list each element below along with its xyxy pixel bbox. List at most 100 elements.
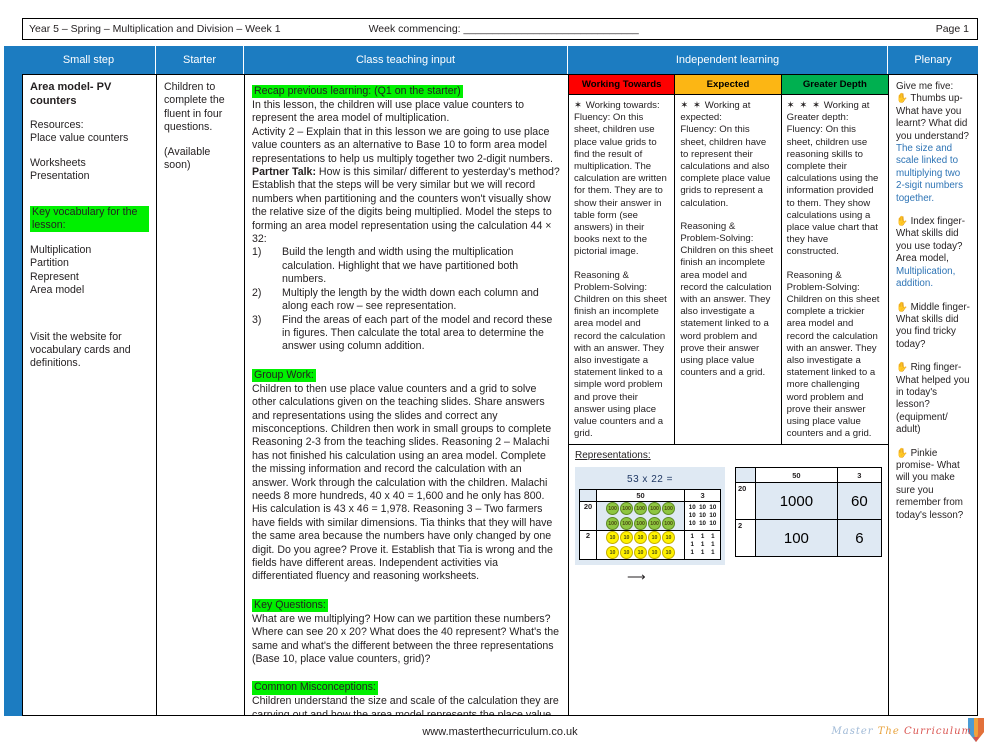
representations-row: 53 x 22 = 50 3 20 100 100 100 100 100 10…	[575, 467, 883, 585]
step-number: 1)	[252, 246, 262, 259]
reasoning-text: Reasoning & Problem-Solving: Children on…	[786, 269, 880, 440]
recap-body: In this lesson, the children will use pl…	[252, 99, 525, 125]
area-model-grid: 50 3 20 1000 60 2 100 6	[735, 467, 883, 558]
header-plenary: Plenary	[888, 46, 978, 74]
plenary-item: ✋ Middle finger- What skills did you fin…	[896, 302, 970, 352]
step-item: 3) Find the areas of each part of the mod…	[252, 314, 561, 354]
step-item: 1) Build the length and width using the m…	[252, 246, 561, 286]
counter-10: 10	[648, 531, 662, 545]
pv-cell-ones-digits: 1 1 1 1 1 1 1 1 1	[684, 530, 721, 561]
vocab-area-model: Area model	[30, 284, 85, 297]
star-rating: ✶ ✶	[680, 100, 703, 111]
column-headers: Small step Starter Class teaching input …	[22, 46, 978, 74]
am-corner-cell	[735, 467, 756, 484]
plenary-answer: The size and scale linked to multiplying…	[896, 143, 963, 204]
counter-100: 100	[620, 502, 634, 516]
resource-presentation: Presentation	[30, 170, 90, 183]
pv-corner-cell	[579, 489, 597, 503]
counter-100: 100	[648, 502, 662, 516]
column-small-step: Area model- PV counters Resources: Place…	[23, 75, 157, 715]
page-number: Page 1	[935, 23, 969, 35]
vocab-partition: Partition	[30, 257, 69, 270]
hand-icon: ✋	[896, 93, 908, 105]
differentiation-working-towards: Working Towards ✶ Working towards: Fluen…	[569, 75, 676, 445]
counter-10: 10	[634, 546, 648, 560]
group-work-body: Children to then use place value counter…	[252, 382, 553, 583]
header-small-step: Small step	[22, 46, 156, 74]
common-misconceptions-heading: Common Misconceptions:	[252, 681, 378, 695]
step-number: 2)	[252, 286, 262, 299]
pv-row-header-2: 2	[579, 530, 597, 561]
step-text: Multiply the length by the width down ea…	[282, 286, 539, 313]
am-value-6: 6	[836, 519, 883, 558]
counter-10: 10	[634, 531, 648, 545]
key-questions-body: What are we multiplying? How can we part…	[252, 612, 560, 666]
am-value-1000: 1000	[755, 482, 838, 521]
column-plenary: Give me five: ✋ Thumbs up- What have you…	[889, 75, 977, 715]
vocab-multiplication: Multiplication	[30, 244, 92, 257]
star-rating: ✶	[574, 100, 584, 111]
fluency-text: Fluency: On this sheet, children use pla…	[574, 112, 667, 258]
pv-row-header-20: 20	[579, 501, 597, 532]
representations-label: Representations:	[575, 450, 651, 462]
step-text: Find the areas of each part of the model…	[282, 313, 553, 353]
counter-10: 10	[662, 531, 676, 545]
step-number: 3)	[252, 313, 262, 326]
am-col-header-3: 3	[836, 467, 883, 484]
pv-col-header-50: 50	[595, 489, 686, 503]
digit-line: 10 10 10	[688, 512, 717, 520]
arrow-icon: ⟶	[627, 569, 646, 585]
greater-depth-body: ✶ ✶ ✶ Working at Greater depth: Fluency:…	[782, 95, 888, 444]
digit-line: 1 1 1	[690, 541, 715, 549]
header-class-teaching-input: Class teaching input	[244, 46, 568, 74]
counter-100: 100	[634, 502, 648, 516]
week-commencing-field[interactable]: Week commencing: _______________________…	[281, 23, 639, 35]
level-title: Working towards:	[583, 100, 660, 111]
starter-availability: (Available soon)	[164, 145, 211, 172]
step-text: Build the length and width using the mul…	[282, 246, 519, 286]
differentiation-expected: Expected ✶ ✶ Working at expected: Fluenc…	[675, 75, 782, 445]
logo-word-the: The	[877, 726, 900, 737]
plenary-answer: Multiplication, addition.	[896, 265, 956, 290]
modelling-steps-list: 1) Build the length and width using the m…	[252, 246, 561, 353]
badge-expected: Expected	[675, 75, 781, 95]
star-rating: ✶ ✶ ✶	[786, 100, 822, 111]
hand-icon: ✋	[896, 301, 908, 313]
header-starter: Starter	[156, 46, 244, 74]
key-questions-heading: Key Questions:	[252, 598, 328, 613]
header-independent-learning: Independent learning	[568, 46, 888, 74]
logo-word-master: Master	[831, 726, 874, 737]
fluency-text: Fluency: On this sheet, children have to…	[680, 124, 771, 209]
plenary-intro: Give me five:	[896, 81, 954, 92]
badge-greater-depth: Greater Depth	[781, 75, 888, 95]
counter-100: 100	[606, 502, 620, 516]
pv-cell-tens-digits: 10 10 10 10 10 10 10 10 10	[684, 501, 721, 532]
plenary-item: ✋ Ring finger- What helped you in today'…	[896, 362, 970, 436]
am-row-header-20: 20	[735, 482, 756, 521]
column-independent-learning: Working Towards ✶ Working towards: Fluen…	[569, 75, 889, 715]
partner-talk-label: Partner Talk:	[252, 166, 316, 179]
digit-line: 10 10 10	[688, 504, 717, 512]
representations-section: Representations: 53 x 22 = 50 3 20 100 1…	[569, 444, 888, 715]
common-misconceptions-body: Children understand the size and scale o…	[252, 695, 559, 715]
recap-heading: Recap previous learning: (Q1 on the star…	[252, 85, 463, 99]
reasoning-text: Reasoning & Problem-Solving: Children on…	[574, 269, 667, 440]
resources-label: Resources:	[30, 119, 84, 131]
resource-place-value-counters: Place value counters	[30, 132, 129, 145]
pv-col-header-3: 3	[684, 489, 721, 503]
column-starter: Children to complete the fluent in four …	[157, 75, 245, 715]
working-towards-body: ✶ Working towards: Fluency: On this shee…	[569, 95, 674, 444]
small-step-title: Area model- PV counters	[30, 81, 112, 107]
place-value-counter-diagram: 53 x 22 = 50 3 20 100 100 100 100 100 10…	[575, 467, 725, 585]
resource-worksheets: Worksheets	[30, 156, 86, 169]
counter-100: 100	[662, 502, 676, 516]
activity-description: Activity 2 – Explain that in this lesson…	[252, 125, 553, 165]
left-accent-bar	[4, 74, 22, 716]
reasoning-text: Reasoning & Problem-Solving: Children on…	[680, 220, 774, 379]
pv-cell-hundreds: 100 100 100 100 100 100 100 100 100 100	[595, 501, 686, 532]
lesson-plan-page: Year 5 – Spring – Multiplication and Div…	[0, 0, 1000, 750]
lesson-body-table: Area model- PV counters Resources: Place…	[22, 74, 978, 716]
counter-10: 10	[606, 546, 620, 560]
hand-icon: ✋	[896, 216, 908, 228]
plenary-item: ✋ Index finger- What skills did you use …	[896, 216, 970, 290]
